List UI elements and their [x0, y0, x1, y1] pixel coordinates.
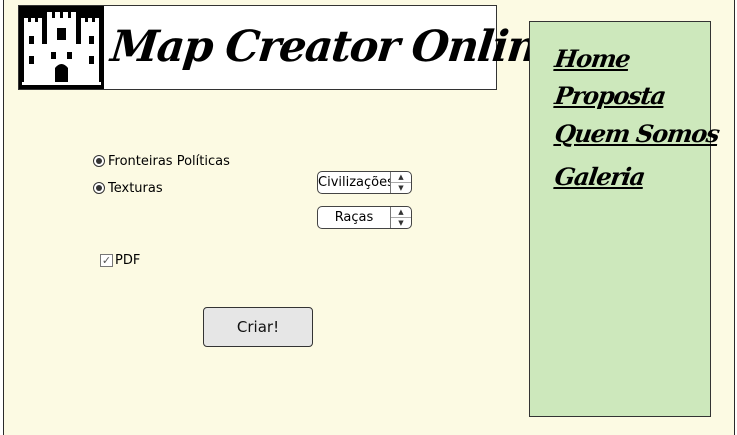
nav-link-proposta[interactable]: Proposta	[553, 81, 667, 110]
checkbox-pdf[interactable]: ✓ PDF	[100, 252, 140, 268]
stepper-arrows[interactable]: ▲ ▼	[390, 172, 411, 193]
civilizacoes-stepper[interactable]: Civilizações ▲ ▼	[317, 171, 412, 194]
stepper-arrows[interactable]: ▲ ▼	[390, 207, 411, 228]
radio-texturas[interactable]: Texturas	[93, 180, 163, 196]
castle-icon	[19, 6, 104, 89]
header-banner: Map Creator Online	[18, 5, 565, 90]
radio-label: Fronteiras Políticas	[108, 153, 230, 169]
nav-link-galeria[interactable]: Galeria	[553, 162, 646, 191]
checkbox-label: PDF	[115, 252, 141, 268]
checkbox-box[interactable]: ✓	[100, 253, 113, 267]
arrow-down-icon[interactable]: ▼	[391, 218, 411, 228]
nav-link-home[interactable]: Home	[553, 44, 632, 73]
arrow-up-icon[interactable]: ▲	[391, 207, 411, 218]
page-canvas: Map Creator Online Fronteiras Políticas …	[3, 0, 735, 435]
arrow-down-icon[interactable]: ▼	[391, 183, 411, 193]
radio-fronteiras-politicas[interactable]: Fronteiras Políticas	[93, 153, 230, 169]
radio-button[interactable]	[93, 182, 105, 194]
arrow-up-icon[interactable]: ▲	[391, 172, 411, 183]
nav-panel: Home Proposta Quem Somos Galeria	[529, 21, 721, 417]
stepper-value: Raças	[334, 210, 374, 225]
nav-link-quem-somos[interactable]: Quem Somos	[553, 119, 721, 148]
racas-stepper[interactable]: Raças ▲ ▼	[317, 206, 412, 229]
stepper-value: Civilizações	[318, 175, 390, 190]
radio-label: Texturas	[108, 180, 163, 196]
radio-button[interactable]	[93, 155, 105, 167]
app-title: Map Creator Online	[108, 22, 566, 72]
create-button[interactable]: Criar!	[203, 307, 313, 347]
